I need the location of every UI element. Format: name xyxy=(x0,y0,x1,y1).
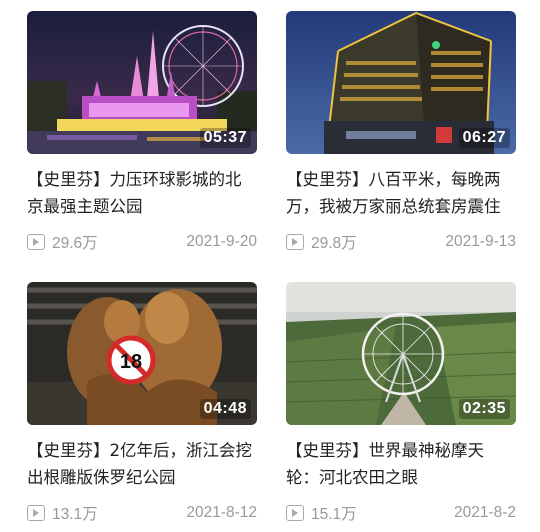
video-meta: 29.6万 2021-9-20 xyxy=(27,231,257,253)
video-meta: 13.1万 2021-8-12 xyxy=(27,502,257,524)
video-title[interactable]: 【史里芬】世界最神秘摩天轮：河北农田之眼 xyxy=(286,437,516,491)
view-count: 13.1万 xyxy=(27,502,98,524)
video-card[interactable]: 05:37 【史里芬】力压环球影城的北京最强主题公园 29.6万 2021-9-… xyxy=(27,11,257,253)
video-card[interactable]: 06:27 【史里芬】八百平米，每晚两万，我被万家丽总统套房震住 29.8万 2… xyxy=(286,11,516,253)
publish-date: 2021-9-13 xyxy=(445,233,516,250)
video-title[interactable]: 【史里芬】八百平米，每晚两万，我被万家丽总统套房震住 xyxy=(286,166,516,220)
video-meta: 29.8万 2021-9-13 xyxy=(286,231,516,253)
view-count-text: 29.8万 xyxy=(311,235,357,252)
video-title[interactable]: 【史里芬】力压环球影城的北京最强主题公园 xyxy=(27,166,257,220)
video-thumbnail[interactable]: 18 04:48 xyxy=(27,282,257,425)
video-thumbnail[interactable]: 02:35 xyxy=(286,282,516,425)
publish-date: 2021-8-2 xyxy=(453,504,516,521)
publish-date: 2021-9-20 xyxy=(186,233,257,250)
video-card[interactable]: 02:35 【史里芬】世界最神秘摩天轮：河北农田之眼 15.1万 2021-8-… xyxy=(286,282,516,524)
video-thumbnail[interactable]: 05:37 xyxy=(27,11,257,154)
view-count-text: 15.1万 xyxy=(311,506,357,523)
view-count-text: 29.6万 xyxy=(52,235,98,252)
video-thumbnail[interactable]: 06:27 xyxy=(286,11,516,154)
video-grid: 05:37 【史里芬】力压环球影城的北京最强主题公园 29.6万 2021-9-… xyxy=(0,0,540,532)
view-count-text: 13.1万 xyxy=(52,506,98,523)
video-card[interactable]: 18 04:48 【史里芬】2亿年后，浙江会挖出根雕版侏罗纪公园 13.1万 2… xyxy=(27,282,257,524)
view-count: 29.8万 xyxy=(286,231,357,253)
play-count-icon xyxy=(27,234,45,250)
duration-badge: 05:37 xyxy=(199,128,251,148)
play-count-icon xyxy=(286,234,304,250)
video-meta: 15.1万 2021-8-2 xyxy=(286,502,516,524)
play-count-icon xyxy=(27,505,45,521)
publish-date: 2021-8-12 xyxy=(186,504,257,521)
duration-badge: 04:48 xyxy=(199,399,251,419)
view-count: 15.1万 xyxy=(286,502,357,524)
play-count-icon xyxy=(286,505,304,521)
view-count: 29.6万 xyxy=(27,231,98,253)
svg-text:18: 18 xyxy=(120,351,142,373)
duration-badge: 02:35 xyxy=(458,399,510,419)
duration-badge: 06:27 xyxy=(458,128,510,148)
video-title[interactable]: 【史里芬】2亿年后，浙江会挖出根雕版侏罗纪公园 xyxy=(27,437,257,491)
